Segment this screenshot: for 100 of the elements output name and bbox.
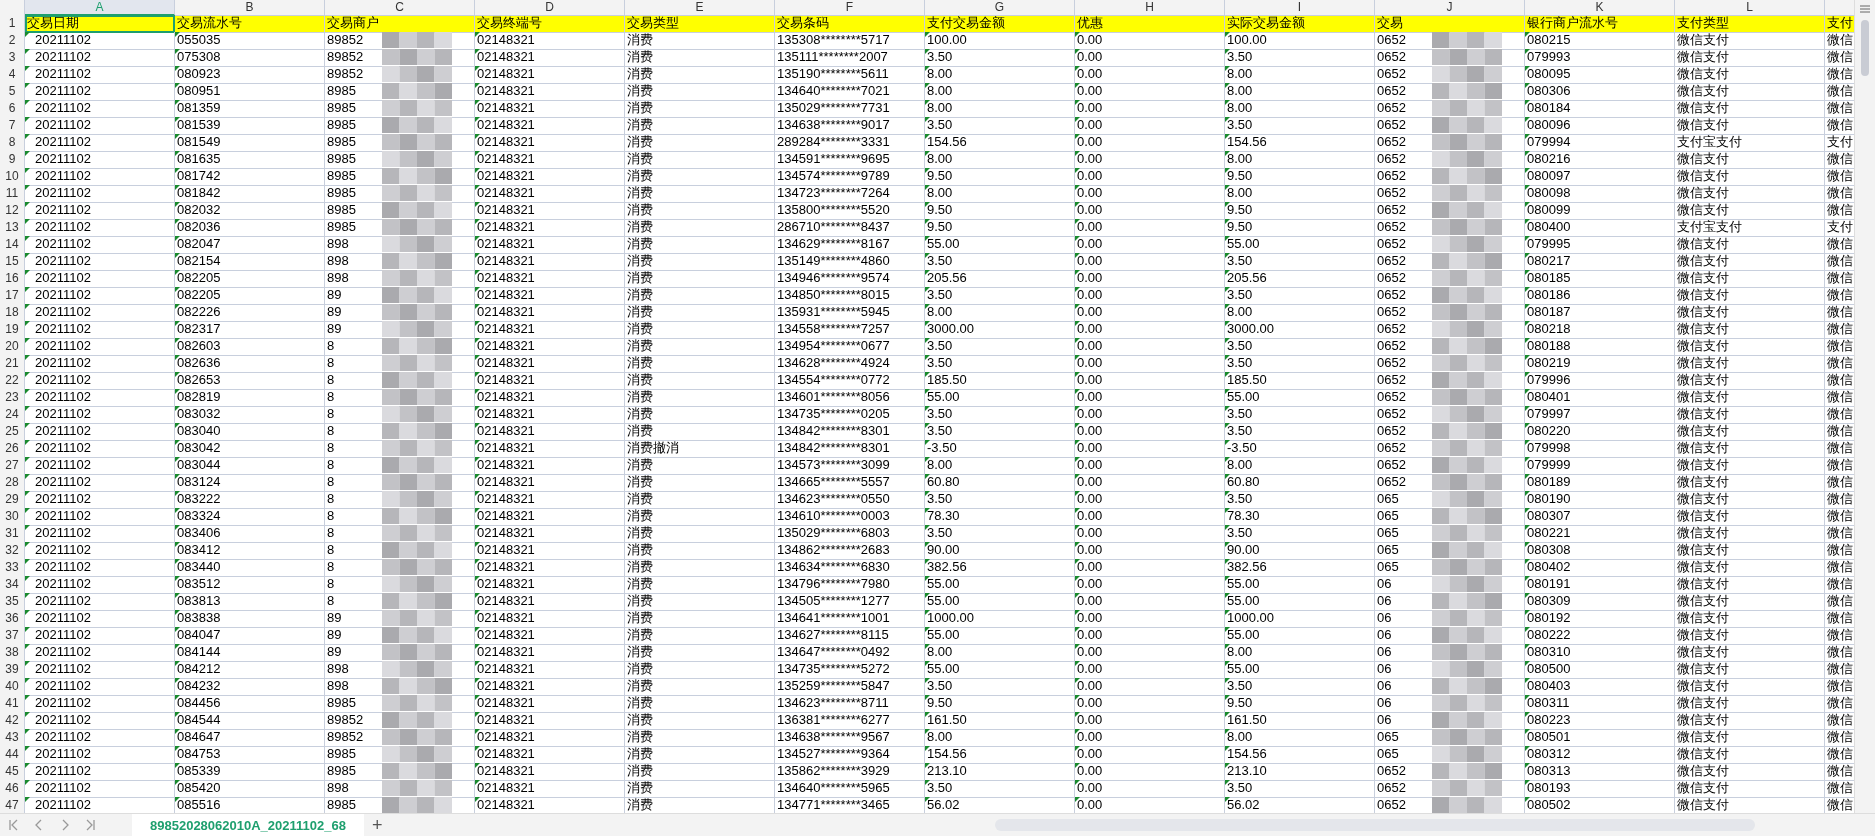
table-cell: 082317 [175,321,325,339]
table-cell: 20211102 [25,508,175,526]
table-cell-text: 8 [327,491,336,508]
row-number[interactable]: 25 [0,423,25,441]
table-cell: 8.00 [1225,151,1375,169]
row-number[interactable]: 46 [0,780,25,798]
table-cell: 20211102 [25,151,175,169]
row-number[interactable]: 5 [0,83,25,101]
row-number[interactable]: 1 [0,15,25,33]
select-all-corner[interactable] [0,0,25,16]
row-number[interactable]: 29 [0,491,25,509]
row-number[interactable]: 45 [0,763,25,781]
row-number[interactable]: 12 [0,202,25,220]
row-number[interactable]: 35 [0,593,25,611]
column-header[interactable]: E [625,0,775,16]
row-number[interactable]: 36 [0,610,25,628]
row-number[interactable]: 38 [0,644,25,662]
column-header[interactable]: J [1375,0,1525,16]
row-number[interactable]: 30 [0,508,25,526]
table-cell-text: 0652 [1377,236,1407,253]
row-number[interactable]: 9 [0,151,25,169]
row-number[interactable]: 14 [0,236,25,254]
table-cell: 02148321 [475,287,625,305]
row-number[interactable]: 34 [0,576,25,594]
row-number[interactable]: 7 [0,117,25,135]
row-number[interactable]: 43 [0,729,25,747]
row-number[interactable]: 4 [0,66,25,84]
row-number[interactable]: 22 [0,372,25,390]
column-header[interactable] [1825,0,1854,16]
row-number[interactable]: 33 [0,559,25,577]
table-cell: 134735********0205 [775,406,925,424]
row-number[interactable]: 23 [0,389,25,407]
row-number[interactable]: 37 [0,627,25,645]
row-number[interactable]: 10 [0,168,25,186]
row-number[interactable]: 39 [0,661,25,679]
row-number[interactable]: 15 [0,253,25,271]
row-number[interactable]: 32 [0,542,25,560]
column-header[interactable]: C [325,0,475,16]
row-number[interactable]: 3 [0,49,25,67]
table-cell: 20211102 [25,678,175,696]
row-number[interactable]: 27 [0,457,25,475]
column-header[interactable]: L [1675,0,1825,16]
table-cell: 289284********3331 [775,134,925,152]
table-cell-text: 8 [327,474,336,491]
table-cell-text: 0652 [1377,66,1407,83]
table-cell: 微信支付 [1675,372,1825,390]
row-number[interactable]: 41 [0,695,25,713]
table-cell: 消费 [625,712,775,730]
row-number[interactable]: 42 [0,712,25,730]
row-number[interactable]: 20 [0,338,25,356]
table-cell: 微信支付 [1675,168,1825,186]
table-cell: 134623********8711 [775,695,925,713]
row-number[interactable]: 24 [0,406,25,424]
row-number[interactable]: 26 [0,440,25,458]
row-number[interactable]: 13 [0,219,25,237]
column-header[interactable]: K [1525,0,1675,16]
table-cell: 20211102 [25,559,175,577]
table-cell: 3.50 [925,253,1075,271]
table-cell: 20211102 [25,32,175,50]
row-number[interactable]: 2 [0,32,25,50]
row-number[interactable]: 6 [0,100,25,118]
column-header[interactable]: B [175,0,325,16]
table-cell-text: 8 [327,508,336,525]
table-cell: 080219 [1525,355,1675,373]
column-header[interactable]: H [1075,0,1225,16]
table-cell: 084544 [175,712,325,730]
table-cell-text: 89 [327,287,343,304]
row-number[interactable]: 11 [0,185,25,203]
row-number[interactable]: 21 [0,355,25,373]
add-sheet-button[interactable]: + [363,814,391,836]
row-number[interactable]: 47 [0,797,25,813]
column-header[interactable]: I [1225,0,1375,16]
table-cell: 微信支付 [1675,185,1825,203]
table-cell: 微信支付 [1675,270,1825,288]
table-cell: 微信支付 [1675,610,1825,628]
table-cell-text: 06 [1377,593,1393,610]
table-cell: 20211102 [25,712,175,730]
row-number[interactable]: 18 [0,304,25,322]
menu-icon[interactable] [1859,4,1871,14]
table-cell: 20211102 [25,525,175,543]
table-cell-text: 0652 [1377,202,1407,219]
table-cell-text: 8 [327,542,336,559]
table-cell-text: 0652 [1377,185,1407,202]
scrollbar-thumb[interactable] [1861,20,1869,76]
row-number[interactable]: 8 [0,134,25,152]
row-number[interactable]: 44 [0,746,25,764]
table-cell: 080500 [1525,661,1675,679]
row-number[interactable]: 17 [0,287,25,305]
row-number[interactable]: 28 [0,474,25,492]
column-header[interactable]: G [925,0,1075,16]
row-number[interactable]: 31 [0,525,25,543]
row-number[interactable]: 19 [0,321,25,339]
column-header[interactable]: F [775,0,925,16]
table-cell: 0.00 [1075,695,1225,713]
column-header[interactable]: D [475,0,625,16]
table-cell-text: 0652 [1377,321,1407,338]
row-number[interactable]: 16 [0,270,25,288]
table-cell: 02148321 [475,746,625,764]
row-number[interactable]: 40 [0,678,25,696]
table-cell: 消费 [625,236,775,254]
